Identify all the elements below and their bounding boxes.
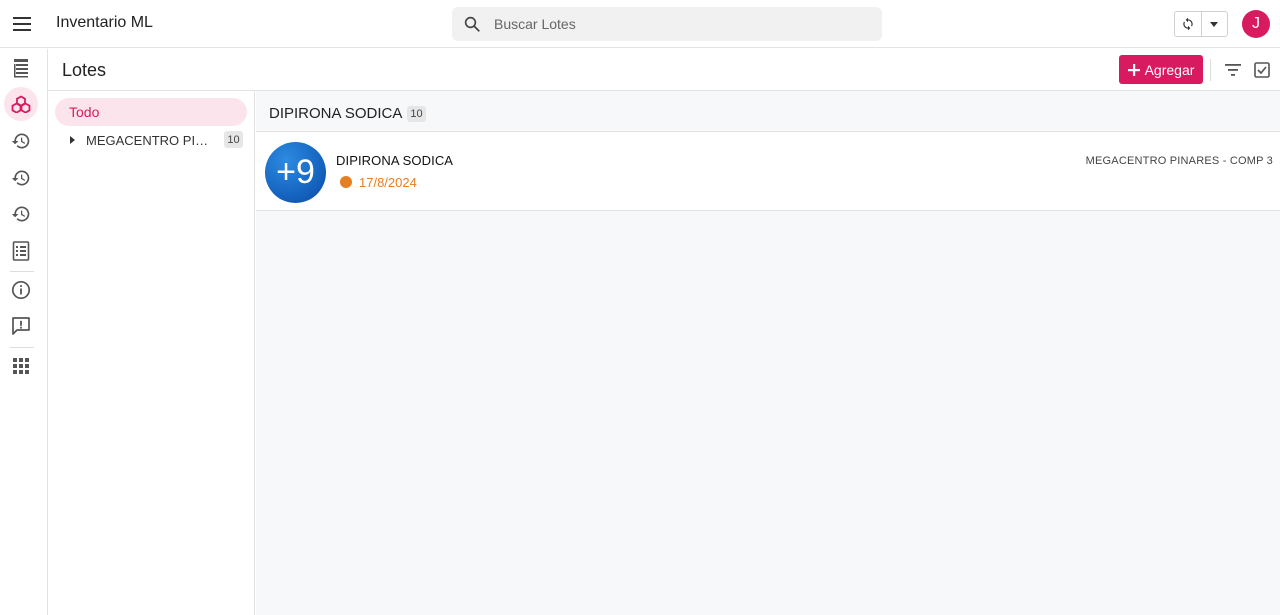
- sync-dropdown-button[interactable]: [1202, 12, 1228, 36]
- checkbox-checked-icon: [1254, 62, 1270, 78]
- group-count-badge: 10: [407, 106, 426, 122]
- sync-icon: [1183, 17, 1193, 31]
- user-avatar[interactable]: J: [1242, 10, 1270, 38]
- page-title: Lotes: [62, 60, 107, 80]
- rail-divider: [10, 347, 34, 348]
- lot-list-item[interactable]: +9 DIPIRONA SODICA 17/8/2024 MEGACENTRO …: [256, 132, 1280, 211]
- rail-item-history-2[interactable]: [4, 161, 38, 195]
- history-icon: [11, 133, 30, 149]
- rail-divider: [10, 271, 34, 272]
- group-title: DIPIRONA SODICA: [269, 105, 403, 122]
- page-header: Lotes Agregar: [48, 49, 1280, 91]
- group-header: DIPIRONA SODICA 10: [256, 91, 1280, 132]
- rail-item-feedback[interactable]: [4, 309, 38, 343]
- rail-item-info[interactable]: [4, 273, 38, 307]
- search-icon: [452, 7, 492, 41]
- toolbar-divider: [1210, 59, 1211, 81]
- boxes-icon: [11, 95, 31, 113]
- lot-count-avatar: +9: [265, 142, 326, 203]
- lot-expiry-date: 17/8/2024: [359, 175, 417, 190]
- lot-location: MEGACENTRO PINARES - COMP 3: [1085, 155, 1273, 167]
- tree-item-location[interactable]: MEGACENTRO PINARES - COMP 3 10: [48, 127, 254, 153]
- sync-button[interactable]: [1175, 12, 1202, 36]
- top-app-bar: Inventario ML J: [0, 0, 1280, 48]
- feedback-icon: [12, 317, 30, 335]
- checklist-icon: [12, 241, 30, 261]
- rail-item-lotes[interactable]: [4, 87, 38, 121]
- add-button[interactable]: Agregar: [1119, 55, 1203, 84]
- lots-list-panel: DIPIRONA SODICA 10 +9 DIPIRONA SODICA 17…: [256, 91, 1280, 615]
- filter-button[interactable]: [1222, 59, 1244, 81]
- add-button-label: Agregar: [1144, 61, 1195, 78]
- select-mode-button[interactable]: [1251, 59, 1273, 81]
- tree-item-all[interactable]: Todo: [55, 98, 247, 126]
- tree-item-label: MEGACENTRO PINARES - COMP 3: [86, 132, 210, 148]
- info-icon: [11, 280, 31, 300]
- rail-item-history-3[interactable]: [4, 197, 38, 231]
- rail-item-checklist[interactable]: [4, 234, 38, 268]
- caret-down-icon: [1210, 21, 1219, 27]
- menu-button[interactable]: [8, 8, 36, 40]
- nav-rail: [0, 49, 48, 615]
- caret-right-icon[interactable]: [64, 136, 80, 144]
- location-tree: Todo MEGACENTRO PINARES - COMP 3 10: [48, 91, 255, 615]
- rail-item-apps[interactable]: [4, 349, 38, 383]
- rail-item-documents[interactable]: [4, 51, 38, 85]
- app-title: Inventario ML: [56, 14, 153, 31]
- tree-item-count-badge: 10: [224, 131, 243, 148]
- document-stack-icon: [14, 59, 28, 78]
- history-icon: [11, 170, 30, 186]
- search-input[interactable]: [494, 16, 854, 32]
- hamburger-menu-icon: [13, 17, 31, 31]
- sync-button-group: [1174, 11, 1228, 37]
- rail-item-history-1[interactable]: [4, 124, 38, 158]
- filter-icon: [1225, 64, 1241, 76]
- search-bar[interactable]: [452, 7, 882, 41]
- status-dot-icon: [340, 176, 352, 188]
- lot-name: DIPIRONA SODICA: [336, 153, 454, 168]
- history-icon: [11, 206, 30, 222]
- apps-grid-icon: [13, 358, 29, 374]
- plus-icon: [1127, 63, 1140, 76]
